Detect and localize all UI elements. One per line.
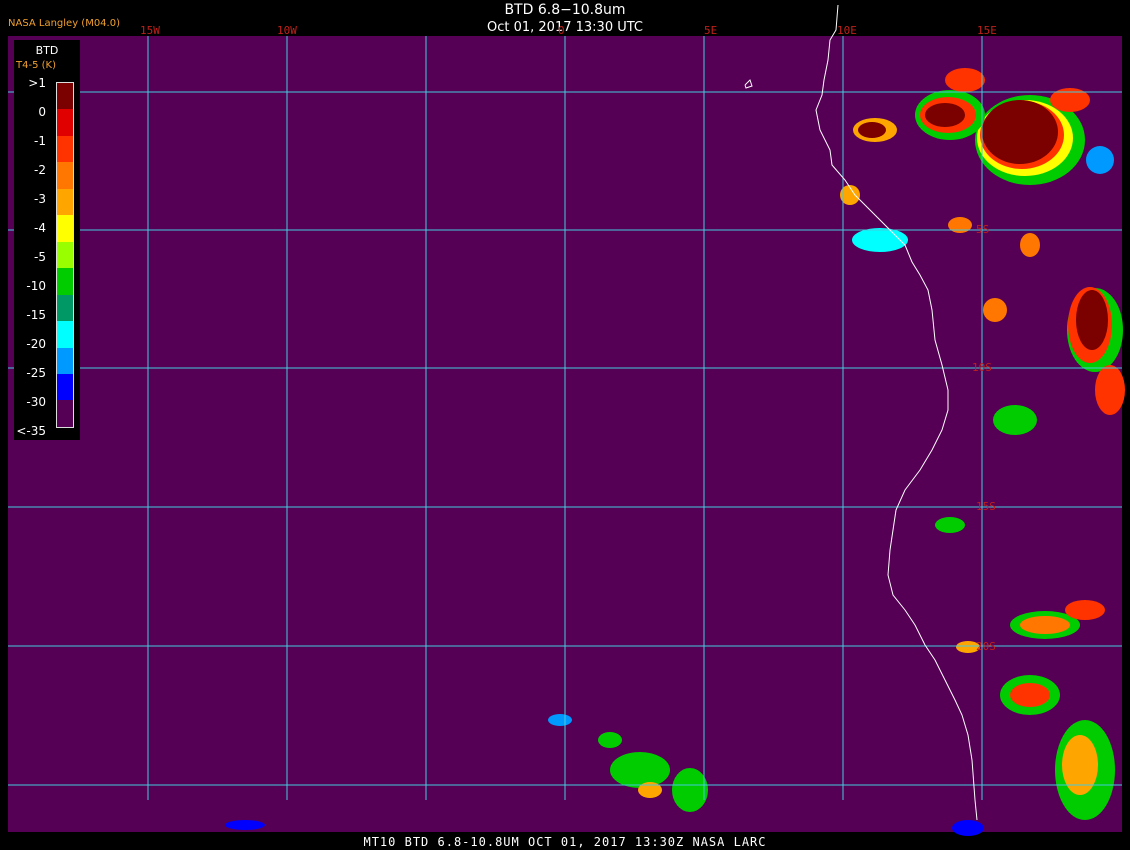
cloud-cell	[858, 122, 886, 138]
legend-swatch	[57, 294, 73, 322]
legend-tick-label: -4	[34, 221, 46, 235]
lon-label-15e: 15E	[977, 24, 997, 37]
legend-swatch	[57, 241, 73, 269]
cloud-cell	[952, 820, 984, 836]
legend-tick-label: -2	[34, 163, 46, 177]
cloud-cell	[638, 782, 662, 798]
lon-label-10e: 10E	[837, 24, 857, 37]
legend-swatch	[57, 109, 73, 136]
lon-label-5e: 5E	[704, 24, 718, 37]
cloud-cell	[225, 820, 265, 830]
legend-unit: T4-5 (K)	[16, 60, 56, 71]
cloud-cell	[1095, 365, 1125, 415]
legend-swatch	[57, 188, 73, 216]
color-legend: BTD T4-5 (K) >1 0 -1 -2 -3 -4 -5 -10 -15 -20 -25 -3…	[14, 40, 80, 440]
legend-tick-label: -15	[26, 308, 46, 322]
cloud-cell	[610, 752, 670, 788]
credit-label: NASA Langley (M04.0)	[8, 18, 120, 29]
lon-label-15w: 15W	[140, 24, 160, 37]
cloud-cell	[1062, 735, 1098, 795]
cloud-cell	[672, 768, 708, 812]
legend-tick-label: -30	[26, 395, 46, 409]
legend-swatch	[57, 83, 73, 110]
legend-tick-label: -10	[26, 279, 46, 293]
cloud-cell	[1076, 290, 1108, 350]
legend-swatch	[57, 215, 73, 242]
lat-label-5s: 5S	[976, 223, 990, 236]
legend-swatch	[57, 400, 73, 427]
legend-tick-label: -3	[34, 192, 46, 206]
legend-swatch	[57, 347, 73, 374]
legend-tick-label: <-35	[16, 424, 46, 438]
legend-tick-label: -5	[34, 250, 46, 264]
legend-swatch	[57, 162, 73, 189]
lat-label-10s: 10S	[972, 361, 992, 374]
satellite-btd-map	[0, 0, 1130, 850]
legend-colorbar	[56, 82, 74, 428]
cloud-cell	[548, 714, 572, 726]
cloud-cell	[1020, 616, 1070, 634]
legend-tick-label: -20	[26, 337, 46, 351]
map-title: BTD 6.8−10.8um	[504, 2, 626, 18]
cloud-cell	[983, 298, 1007, 322]
cloud-cell	[935, 517, 965, 533]
cloud-cell	[1020, 233, 1040, 257]
cloud-cell	[1086, 146, 1114, 174]
cloud-cell	[1010, 683, 1050, 707]
legend-tick-label: -25	[26, 366, 46, 380]
cloud-cell	[993, 405, 1037, 435]
legend-title: BTD	[35, 44, 59, 57]
legend-tick-label: -1	[34, 134, 46, 148]
cloud-cell	[945, 68, 985, 92]
legend-swatch	[57, 373, 73, 401]
lon-label-0: 0	[558, 24, 565, 37]
footer-caption: MT10 BTD 6.8-10.8UM OCT 01, 2017 13:30Z …	[363, 835, 767, 849]
legend-swatch	[57, 135, 73, 163]
lat-label-20s: 20S	[976, 640, 996, 653]
lon-label-10w: 10W	[277, 24, 297, 37]
map-timestamp: Oct 01, 2017 13:30 UTC	[487, 20, 643, 35]
cloud-cell	[598, 732, 622, 748]
legend-swatch	[57, 268, 73, 295]
lat-label-15s: 15S	[976, 500, 996, 513]
cloud-cell	[948, 217, 972, 233]
legend-tick-label: 0	[38, 105, 46, 119]
cloud-cell	[982, 100, 1058, 164]
legend-swatch	[57, 321, 73, 348]
cloud-cell	[1065, 600, 1105, 620]
cloud-cell	[925, 103, 965, 127]
legend-tick-label: >1	[28, 76, 46, 90]
